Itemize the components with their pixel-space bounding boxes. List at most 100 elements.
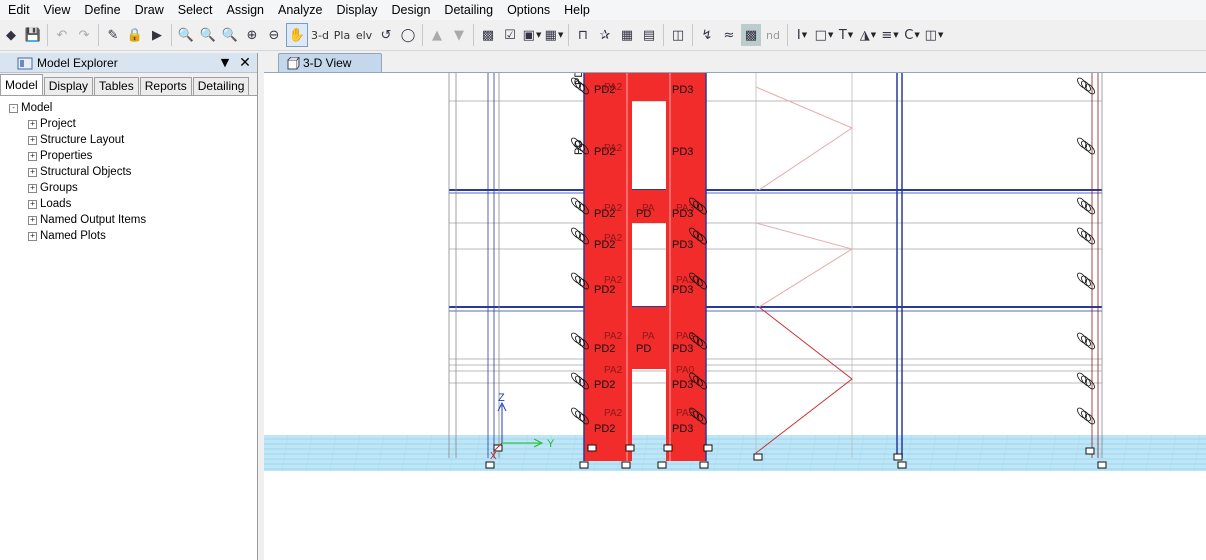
menu-detailing[interactable]: Detailing (436, 0, 499, 20)
frame-icon[interactable]: ⊓ (573, 24, 593, 46)
joint-icon[interactable]: ✰ (595, 24, 615, 46)
zoom-all-icon[interactable]: 🔍 (220, 24, 240, 46)
load-icon[interactable]: ↯ (697, 24, 717, 46)
expand-icon[interactable]: + (28, 167, 37, 177)
tree-node-properties[interactable]: + Properties (0, 148, 257, 164)
collapse-icon[interactable]: - (9, 103, 18, 113)
view-elevation-button[interactable]: elv (354, 24, 374, 46)
support-marker[interactable] (753, 453, 763, 461)
tree-node-project[interactable]: + Project (0, 116, 257, 132)
column-icon[interactable]: ▦ (617, 24, 637, 46)
beam-icon[interactable]: ▤ (639, 24, 659, 46)
undo-icon[interactable]: ↶ (52, 24, 72, 46)
tab-model[interactable]: Model (0, 74, 43, 95)
view-plan-button[interactable]: Pla (332, 24, 352, 46)
support-marker[interactable] (625, 444, 635, 452)
menu-options[interactable]: Options (499, 0, 556, 20)
support-marker[interactable] (579, 461, 589, 469)
tree-node-label: Model (21, 102, 53, 114)
label-pd3: PD3 (672, 379, 693, 391)
support-marker[interactable] (657, 461, 667, 469)
expand-icon[interactable]: + (28, 119, 37, 129)
zoom-restore-icon[interactable]: 🔍 (198, 24, 218, 46)
section-i-icon[interactable]: I ▼ (792, 24, 812, 46)
support-marker[interactable] (1085, 447, 1095, 455)
tree-node-named-output-items[interactable]: + Named Output Items (0, 212, 257, 228)
dropdown-arrow-icon[interactable]: ▼ (217, 56, 233, 69)
redo-icon[interactable]: ↷ (74, 24, 94, 46)
menu-analyze[interactable]: Analyze (270, 0, 328, 20)
tree-node-loads[interactable]: + Loads (0, 196, 257, 212)
tab-display[interactable]: Display (43, 77, 94, 95)
support-marker[interactable] (621, 461, 631, 469)
close-icon[interactable]: ✕ (237, 55, 253, 71)
support-marker[interactable] (893, 453, 903, 461)
tab-reports[interactable]: Reports (139, 77, 192, 95)
perspective-icon[interactable]: ◯ (398, 24, 418, 46)
expand-icon[interactable]: + (28, 199, 37, 209)
section-t-icon[interactable]: T ▼ (836, 24, 856, 46)
zoom-out-icon[interactable]: ⊖ (264, 24, 284, 46)
support-marker[interactable] (699, 461, 709, 469)
menu-edit[interactable]: Edit (0, 0, 36, 20)
tree-node-structural-objects[interactable]: + Structural Objects (0, 164, 257, 180)
lock-icon[interactable]: 🔒 (125, 24, 145, 46)
run-analysis-icon[interactable]: ▶ (147, 24, 167, 46)
support-marker[interactable] (485, 461, 495, 469)
menu-select[interactable]: Select (170, 0, 219, 20)
select-icon[interactable]: ▩ (478, 24, 498, 46)
label-pd3: PD3 (672, 84, 693, 96)
contour-icon[interactable]: ▩ (741, 24, 761, 46)
pan-icon[interactable]: ✋ (286, 23, 308, 47)
support-marker[interactable] (663, 444, 673, 452)
move-up-icon[interactable]: ▲ (427, 24, 447, 46)
section-wall-icon[interactable]: ◫ ▼ (924, 24, 944, 46)
menu-define[interactable]: Define (76, 0, 126, 20)
expand-icon[interactable]: + (28, 215, 37, 225)
menu-view[interactable]: View (36, 0, 77, 20)
section-h-icon[interactable]: ◮ ▼ (858, 24, 878, 46)
move-down-icon[interactable]: ▼ (449, 24, 469, 46)
tree-node-groups[interactable]: + Groups (0, 180, 257, 196)
zoom-window-icon[interactable]: 🔍 (176, 24, 196, 46)
support-marker[interactable] (897, 461, 907, 469)
view-3d-button[interactable]: 3-d (310, 24, 330, 46)
menu-draw[interactable]: Draw (127, 0, 170, 20)
section-brace-icon[interactable]: ≡ ▼ (880, 24, 900, 46)
3d-viewport[interactable]: PD2 PD3 PA2 PD2 PD3 PA2 PA2 PA PA3 PD2 P… (264, 72, 1206, 560)
section-c-icon[interactable]: C ▼ (902, 24, 922, 46)
nd-button[interactable]: nd (763, 24, 783, 46)
menu-help[interactable]: Help (556, 0, 596, 20)
frame-view-icon[interactable]: ◫ (668, 24, 688, 46)
support-marker[interactable] (703, 444, 713, 452)
deformed-icon[interactable]: ≈ (719, 24, 739, 46)
model-explorer-panel: Model Explorer ▼ ✕ Model Display Tables … (0, 53, 258, 560)
tab-tables[interactable]: Tables (94, 77, 139, 95)
check-icon[interactable]: ☑ (500, 24, 520, 46)
expand-icon[interactable]: + (28, 151, 37, 161)
tree-node-label: Structural Objects (40, 166, 132, 178)
hinge-marker (1081, 80, 1091, 92)
rotate-icon[interactable]: ↺ (376, 24, 396, 46)
tab-detailing[interactable]: Detailing (192, 77, 250, 95)
menu-display[interactable]: Display (329, 0, 384, 20)
tree-node-named-plots[interactable]: + Named Plots (0, 228, 257, 244)
structure-drawing[interactable]: PD2 PD3 PA2 PD2 PD3 PA2 PA2 PA PA3 PD2 P… (264, 73, 1206, 560)
expand-icon[interactable]: + (28, 135, 37, 145)
tree-node-structure-layout[interactable]: + Structure Layout (0, 132, 257, 148)
zoom-in-icon[interactable]: ⊕ (242, 24, 262, 46)
tab-3d-view[interactable]: 3-D View (278, 53, 382, 72)
open-icon[interactable]: ◆ (1, 24, 21, 46)
object-shrink-icon[interactable]: ▣ ▼ (522, 24, 542, 46)
tree-node-model[interactable]: - Model (0, 100, 257, 116)
menu-assign[interactable]: Assign (218, 0, 270, 20)
save-icon[interactable]: 💾 (23, 24, 43, 46)
menu-design[interactable]: Design (384, 0, 437, 20)
expand-icon[interactable]: + (28, 231, 37, 241)
support-marker[interactable] (587, 444, 597, 452)
extrude-icon[interactable]: ▦ ▼ (544, 24, 564, 46)
expand-icon[interactable]: + (28, 183, 37, 193)
support-marker[interactable] (1097, 461, 1107, 469)
section-box-icon[interactable]: □ ▼ (814, 24, 834, 46)
pencil-icon[interactable]: ✎ (103, 24, 123, 46)
